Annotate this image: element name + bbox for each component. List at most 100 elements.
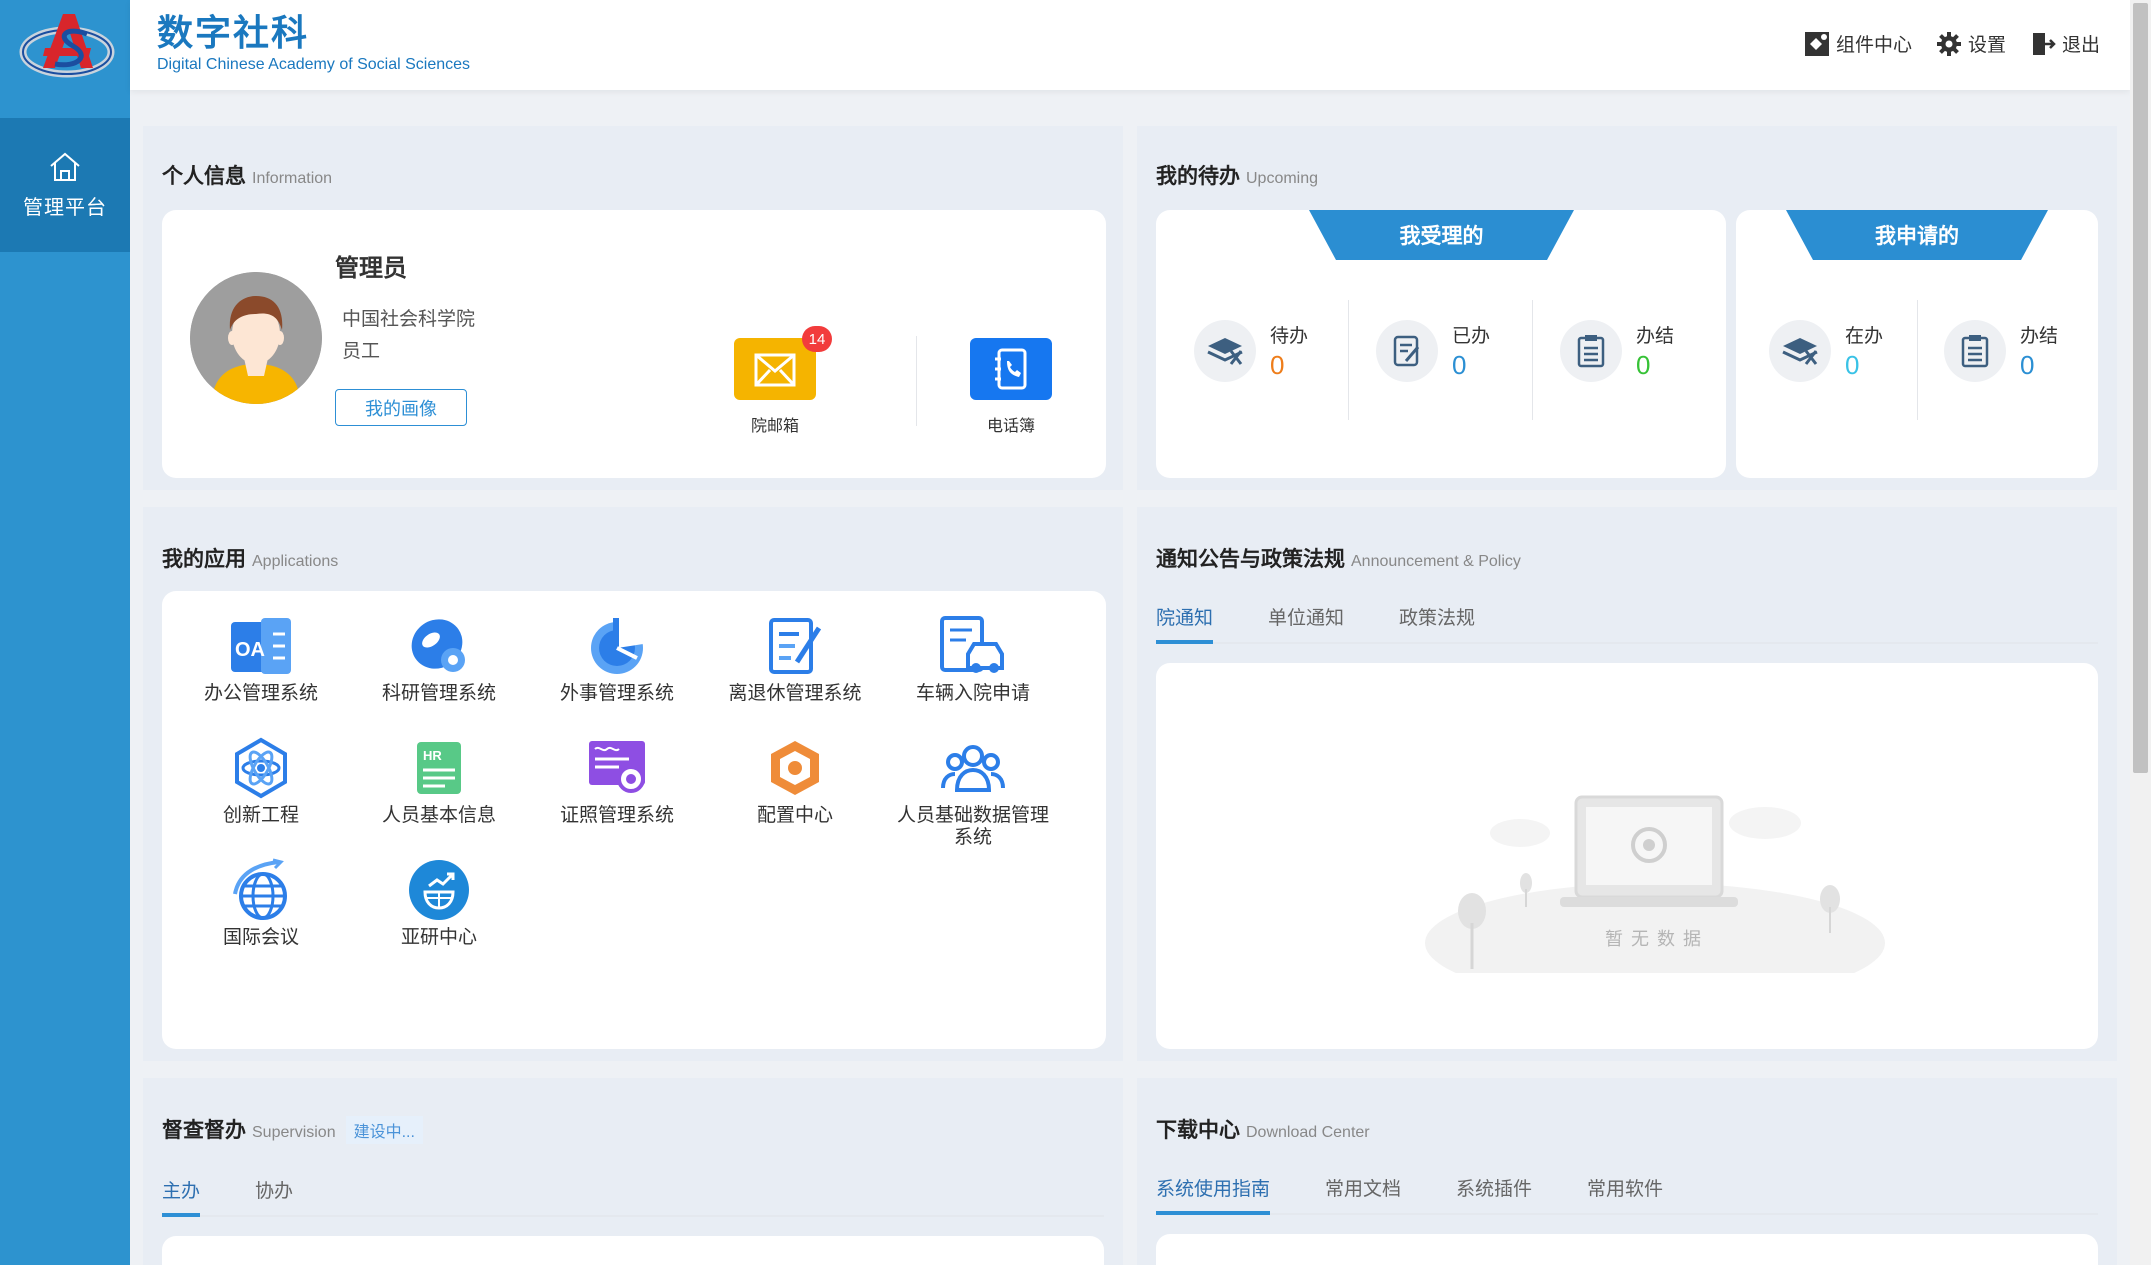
phonebook-icon — [995, 348, 1027, 390]
supervision-tabs: 主办 协办 — [162, 1176, 1104, 1217]
app-vehicle-entry[interactable]: 车辆入院申请 — [883, 611, 1063, 705]
app-label: 离退休管理系统 — [728, 683, 862, 704]
app-personnel-data[interactable]: 人员基础数据管理系统 — [883, 733, 1063, 849]
tab-academy-notice[interactable]: 院通知 — [1156, 603, 1214, 644]
stat-pending-value: 0 — [1270, 350, 1285, 380]
applied-card: 我申请的 在办 0 办结 0 — [1736, 210, 2098, 478]
mailbox-icon — [754, 353, 796, 387]
stat-done[interactable]: 已办 0 — [1376, 320, 1490, 382]
home-icon — [50, 152, 80, 181]
user-name: 管理员 — [335, 255, 407, 282]
stat-pending-label: 待办 — [1270, 326, 1309, 347]
received-ribbon[interactable]: 我受理的 — [1309, 210, 1574, 260]
app-asia-research[interactable]: 亚研中心 — [349, 855, 529, 949]
mailbox-label: 院邮箱 — [750, 418, 799, 435]
app-label: 证照管理系统 — [559, 805, 674, 826]
supervision-list — [162, 1236, 1104, 1265]
asia-globe-icon — [409, 860, 469, 920]
applications-card: OA 办公管理系统 科研管理系统 外事管理系统 离退休管理系统 车辆入院申请 创… — [162, 591, 1106, 1049]
avatar[interactable] — [190, 272, 322, 404]
logout-button[interactable]: 退出 — [2030, 30, 2100, 57]
mailbox-tile[interactable]: 14 院邮箱 — [734, 326, 832, 436]
tab-user-guide[interactable]: 系统使用指南 — [1156, 1174, 1271, 1215]
app-label: 科研管理系统 — [381, 683, 496, 704]
tab-policy[interactable]: 政策法规 — [1399, 603, 1475, 642]
app-retirement[interactable]: 离退休管理系统 — [705, 611, 885, 705]
app-innovation[interactable]: 创新工程 — [171, 733, 351, 827]
component-center-label: 组件中心 — [1835, 35, 1912, 56]
app-research[interactable]: 科研管理系统 — [349, 611, 529, 705]
user-organization: 中国社会科学院 — [342, 309, 476, 330]
vehicle-icon — [940, 616, 1004, 673]
announcement-tabs: 院通知 单位通知 政策法规 — [1156, 603, 2098, 644]
settings-button[interactable]: 设置 — [1936, 30, 2006, 57]
announcement-title: 通知公告与政策法规 Announcement & Policy — [1156, 548, 1521, 571]
logout-icon — [2032, 32, 2056, 55]
stat-in-progress-label: 在办 — [1845, 326, 1884, 347]
avatar-icon — [190, 272, 322, 404]
hr-icon: HR — [417, 742, 461, 794]
stat-done-value: 0 — [1452, 350, 1467, 380]
app-label: 外事管理系统 — [559, 683, 674, 704]
tab-common-docs[interactable]: 常用文档 — [1325, 1174, 1401, 1213]
settings-label: 设置 — [1967, 35, 2006, 56]
sidebar-item-management-platform[interactable]: 管理平台 — [0, 118, 130, 252]
applications-panel: 我的应用 Applications OA 办公管理系统 科研管理系统 外事管理系统… — [143, 507, 1123, 1061]
phonebook-label: 电话簿 — [986, 418, 1035, 435]
app-subtitle: Digital Chinese Academy of Social Scienc… — [157, 56, 471, 73]
tab-assist[interactable]: 协办 — [255, 1176, 293, 1215]
download-tabs: 系统使用指南 常用文档 系统插件 常用软件 — [1156, 1174, 2098, 1215]
stat-divider — [1348, 300, 1349, 420]
scrollbar-thumb[interactable] — [2133, 3, 2148, 773]
stat-applied-completed[interactable]: 办结 0 — [1944, 320, 2058, 382]
sidebar-item-label: 管理平台 — [23, 196, 107, 219]
phonebook-tile[interactable]: 电话簿 — [970, 338, 1052, 436]
component-center-button[interactable]: 组件中心 — [1804, 30, 1912, 57]
announcement-list: 暂无数据 — [1156, 663, 2098, 1049]
stack-icon — [1207, 338, 1243, 365]
received-label: 我受理的 — [1399, 225, 1484, 248]
app-intl-conference[interactable]: 国际会议 — [171, 855, 351, 949]
applications-title: 我的应用 Applications — [162, 548, 339, 571]
app-certificate[interactable]: 证照管理系统 — [527, 733, 707, 827]
sidebar: 管理平台 — [0, 0, 130, 1265]
stat-done-label: 已办 — [1452, 326, 1491, 347]
stat-applied-completed-value: 0 — [2020, 350, 2035, 380]
retirement-icon — [769, 618, 822, 674]
page-scrollbar[interactable] — [2130, 0, 2151, 1265]
personal-info-card: 管理员 中国社会科学院 员工 我的画像 14 院邮箱 电话簿 — [162, 210, 1106, 478]
puzzle-icon — [1804, 31, 1829, 56]
app-label: 车辆入院申请 — [915, 683, 1030, 704]
gear-icon — [1936, 31, 1961, 56]
tab-host[interactable]: 主办 — [162, 1176, 201, 1217]
app-label: 国际会议 — [222, 927, 299, 948]
applied-ribbon[interactable]: 我申请的 — [1786, 210, 2048, 260]
tab-unit-notice[interactable]: 单位通知 — [1268, 603, 1344, 642]
top-header: 数字社科 Digital Chinese Academy of Social S… — [130, 0, 2130, 90]
app-title: 数字社科 — [157, 12, 310, 53]
cass-logo[interactable] — [0, 0, 130, 90]
app-config-center[interactable]: 配置中心 — [705, 733, 885, 827]
app-foreign-affairs[interactable]: 外事管理系统 — [527, 611, 707, 705]
download-panel: 下载中心 Download Center 系统使用指南 常用文档 系统插件 常用软… — [1137, 1078, 2117, 1265]
my-portrait-button[interactable]: 我的画像 — [335, 389, 467, 426]
stat-pending[interactable]: 待办 0 — [1194, 320, 1308, 382]
people-icon — [941, 745, 1005, 792]
upcoming-panel: 我的待办 Upcoming 我受理的 待办 0 已办 0 办结 0 我申请的 在办 0 — [1137, 126, 2117, 490]
logout-label: 退出 — [2061, 35, 2100, 56]
stat-completed[interactable]: 办结 0 — [1560, 320, 1674, 382]
mailbox-unread-badge: 14 — [802, 326, 832, 352]
stack-icon — [1782, 338, 1818, 365]
svg-text:HR: HR — [423, 748, 442, 763]
research-icon — [411, 619, 465, 672]
empty-state-text: 暂无数据 — [1605, 929, 1709, 949]
stat-in-progress[interactable]: 在办 0 — [1769, 320, 1883, 382]
app-oa[interactable]: OA 办公管理系统 — [171, 611, 351, 705]
app-personnel-info[interactable]: HR 人员基本信息 — [349, 733, 529, 827]
tab-plugins[interactable]: 系统插件 — [1456, 1174, 1532, 1213]
app-label: 配置中心 — [756, 805, 833, 826]
tab-software[interactable]: 常用软件 — [1587, 1174, 1663, 1213]
globe-icon — [233, 858, 287, 920]
foreign-affairs-icon — [591, 618, 643, 674]
clipboard-icon — [1961, 335, 1989, 368]
